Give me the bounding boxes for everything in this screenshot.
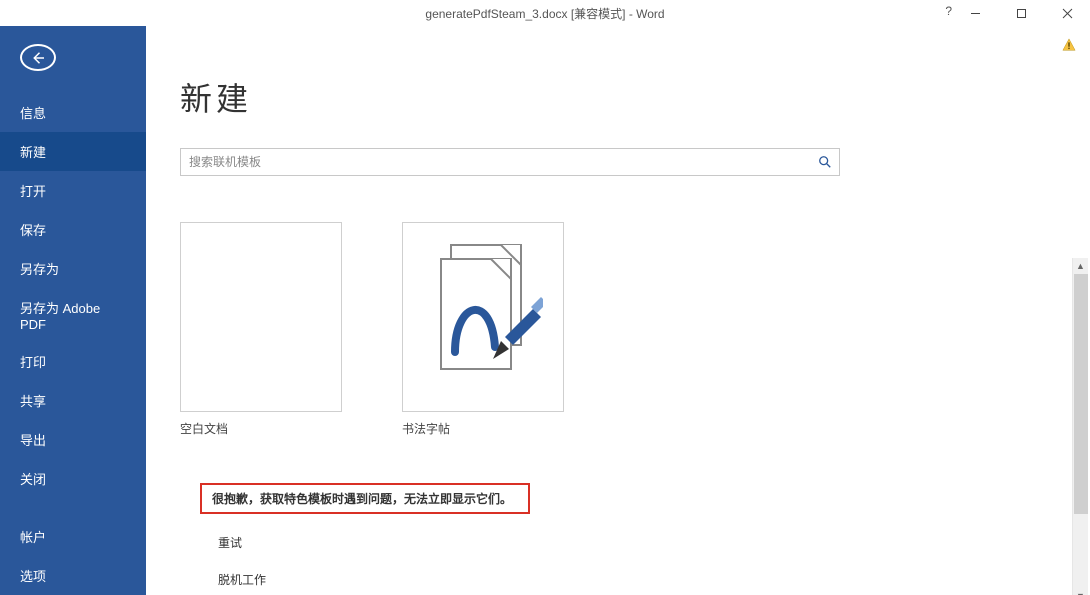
help-icon[interactable]: ? [945,4,952,18]
search-button[interactable] [811,149,839,175]
sidebar-item-share[interactable]: 共享 [0,381,146,420]
template-label: 书法字帖 [402,420,564,437]
maximize-button[interactable] [998,0,1044,26]
scroll-up-arrow[interactable]: ▲ [1073,258,1089,274]
sidebar-item-label: 打开 [20,184,46,199]
sidebar-item-print[interactable]: 打印 [0,342,146,381]
sidebar-item-label: 打印 [20,355,46,370]
sidebar-spacer [0,498,146,517]
sidebar-item-save[interactable]: 保存 [0,210,146,249]
template-error-message: 很抱歉，获取特色模板时遇到问题，无法立即显示它们。 [200,483,530,514]
template-list: 空白文档 书法字帖 [180,222,1090,437]
scroll-thumb[interactable] [1074,274,1088,514]
vertical-scrollbar[interactable]: ▲ ▼ [1072,258,1088,595]
sidebar-item-options[interactable]: 选项 [0,556,146,595]
arrow-left-icon [29,49,47,67]
sidebar-item-label: 帐户 [20,530,46,545]
back-button[interactable] [20,44,56,71]
sidebar-item-label: 保存 [20,223,46,238]
close-button[interactable] [1044,0,1090,26]
window-title: generatePdfSteam_3.docx [兼容模式] - Word [0,5,1090,22]
sidebar-item-label: 选项 [20,569,46,584]
offline-link[interactable]: 脱机工作 [218,571,1090,588]
template-blank[interactable]: 空白文档 [180,222,342,437]
sidebar-item-label: 另存为 Adobe PDF [20,301,100,332]
title-bar: generatePdfSteam_3.docx [兼容模式] - Word ? [0,0,1090,26]
sidebar-item-account[interactable]: 帐户 [0,517,146,556]
sidebar-item-export[interactable]: 导出 [0,420,146,459]
sidebar-item-label: 另存为 [20,262,59,277]
sidebar-item-label: 共享 [20,394,46,409]
sidebar-item-label: 信息 [20,106,46,121]
sidebar-item-open[interactable]: 打开 [0,171,146,210]
sidebar-item-label: 导出 [20,433,46,448]
minimize-button[interactable] [952,0,998,26]
sidebar-item-close[interactable]: 关闭 [0,459,146,498]
window-controls [952,0,1090,26]
scroll-down-arrow[interactable]: ▼ [1073,588,1089,595]
template-label: 空白文档 [180,420,342,437]
sidebar-item-saveas-pdf[interactable]: 另存为 Adobe PDF [0,288,146,342]
calligraphy-icon [423,237,543,397]
sidebar-item-label: 新建 [20,145,46,160]
template-thumb-calligraphy [402,222,564,412]
page-title: 新建 [180,74,1090,120]
backstage-sidebar: 信息 新建 打开 保存 另存为 另存为 Adobe PDF 打印 共享 导出 关… [0,26,146,595]
template-calligraphy[interactable]: 书法字帖 [402,222,564,437]
sidebar-item-saveas[interactable]: 另存为 [0,249,146,288]
search-input[interactable] [181,149,811,175]
search-icon [818,155,832,169]
sidebar-item-new[interactable]: 新建 [0,132,146,171]
sidebar-item-label: 关闭 [20,472,46,487]
sidebar-item-info[interactable]: 信息 [0,93,146,132]
main-panel: 新建 空白文档 [146,26,1090,595]
retry-link[interactable]: 重试 [218,534,1090,551]
template-search [180,148,840,176]
template-thumb-blank [180,222,342,412]
